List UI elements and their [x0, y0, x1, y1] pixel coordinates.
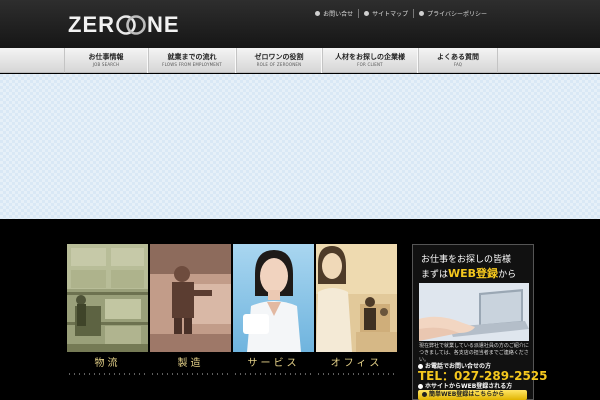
tile-description: ・・・・・・・・・・・・・・・・・・・・・・・・・・・・・・・・・・・・・・・・…	[233, 372, 314, 378]
hero-banner	[0, 74, 600, 219]
nav-item-label: よくある質問	[437, 53, 479, 61]
nav-item-job-search[interactable]: お仕事情報 JOB SEARCH	[64, 48, 148, 73]
nav-item-sublabel: ROLE OF ZEROONEN	[256, 62, 302, 67]
nav-item-label: ゼロワンの役割	[254, 53, 304, 61]
tile-description: ・・・・・・・・・・・・・・・・・・・・・・・・・・・・・・・・・・・・・・・・…	[316, 372, 397, 378]
bullet-icon	[364, 11, 370, 16]
category-tile-office[interactable]: オフィス	[316, 244, 397, 377]
category-tile-service[interactable]: サービス	[233, 244, 314, 377]
bullet-icon	[418, 384, 423, 389]
panel-subheading: まずはWEB登録から	[421, 265, 516, 281]
laptop-photo	[419, 283, 529, 341]
web-register-button[interactable]: 簡単WEB登録はこちらから	[418, 390, 527, 400]
office-photo	[316, 244, 397, 352]
nav-item-label: 就業までの流れ	[167, 53, 217, 61]
web-label-text: ホサイトからWEB登録される方	[425, 383, 513, 390]
top-links: お問い合せ サイトマップ プライバシーポリシー	[310, 9, 492, 18]
panel-subheading-highlight: WEB登録	[448, 267, 499, 280]
tile-label: 製造	[177, 358, 204, 369]
tile-description: ・・・・・・・・・・・・・・・・・・・・・・・・・・・・・・・・・・・・・・・・…	[150, 372, 231, 378]
tile-label: オフィス	[330, 358, 383, 369]
nav-item-faq[interactable]: よくある質問 FAQ	[418, 48, 498, 73]
bullet-icon	[315, 11, 321, 16]
service-photo	[233, 244, 314, 352]
category-tile-manufacturing[interactable]: 製造	[150, 244, 231, 377]
category-tile-logistics[interactable]: 物流	[67, 244, 148, 377]
tile-description: ・・・・・・・・・・・・・・・・・・・・・・・・・・・・・・・・・・・・・・・・…	[67, 372, 148, 378]
logo-text-left: ZER	[68, 12, 115, 37]
nav-item-sublabel: JOB SEARCH	[92, 62, 120, 67]
nav-item-client[interactable]: 人材をお探しの企業様 FOR CLIENT	[322, 48, 418, 73]
main-nav: お仕事情報 JOB SEARCH 就業までの流れ FLOWS FROM EMPL…	[0, 48, 600, 73]
logo-rings-icon	[116, 15, 146, 35]
privacy-link-label: プライバシーポリシー	[427, 11, 487, 18]
nav-item-role[interactable]: ゼロワンの役割 ROLE OF ZEROONEN	[236, 48, 322, 73]
panel-subheading-post: から	[498, 270, 517, 280]
nav-item-label: お仕事情報	[88, 53, 124, 61]
header: ZER NE お問い合せ サイトマップ プライバシーポリシー	[0, 0, 600, 48]
web-register-button-label: 簡単WEB登録はこちらから	[429, 391, 505, 398]
nav-item-sublabel: FOR CLIENT	[357, 62, 383, 67]
nav-item-sublabel: FLOWS FROM EMPLOYMENT	[162, 62, 222, 67]
nav-item-label: 人材をお探しの企業様	[335, 53, 405, 61]
contact-link-label: お問い合せ	[323, 11, 354, 18]
privacy-link[interactable]: プライバシーポリシー	[413, 9, 492, 18]
nav-item-flow[interactable]: 就業までの流れ FLOWS FROM EMPLOYMENT	[148, 48, 236, 73]
logo[interactable]: ZER NE	[68, 12, 180, 38]
sitemap-link[interactable]: サイトマップ	[358, 9, 413, 18]
sitemap-link-label: サイトマップ	[372, 11, 409, 18]
logistics-photo	[67, 244, 148, 352]
panel-heading: お仕事をお探しの皆様	[421, 255, 512, 265]
manufacturing-photo	[150, 244, 231, 352]
panel-subheading-pre: まずは	[421, 270, 449, 280]
arrow-icon	[422, 392, 427, 397]
tile-label: サービス	[247, 358, 300, 369]
nav-item-sublabel: FAQ	[453, 62, 463, 67]
tile-label: 物流	[94, 358, 121, 369]
web-label: ホサイトからWEB登録される方	[418, 381, 512, 390]
contact-link[interactable]: お問い合せ	[310, 9, 358, 18]
logo-text-right: NE	[147, 12, 180, 37]
bullet-icon	[419, 11, 425, 16]
